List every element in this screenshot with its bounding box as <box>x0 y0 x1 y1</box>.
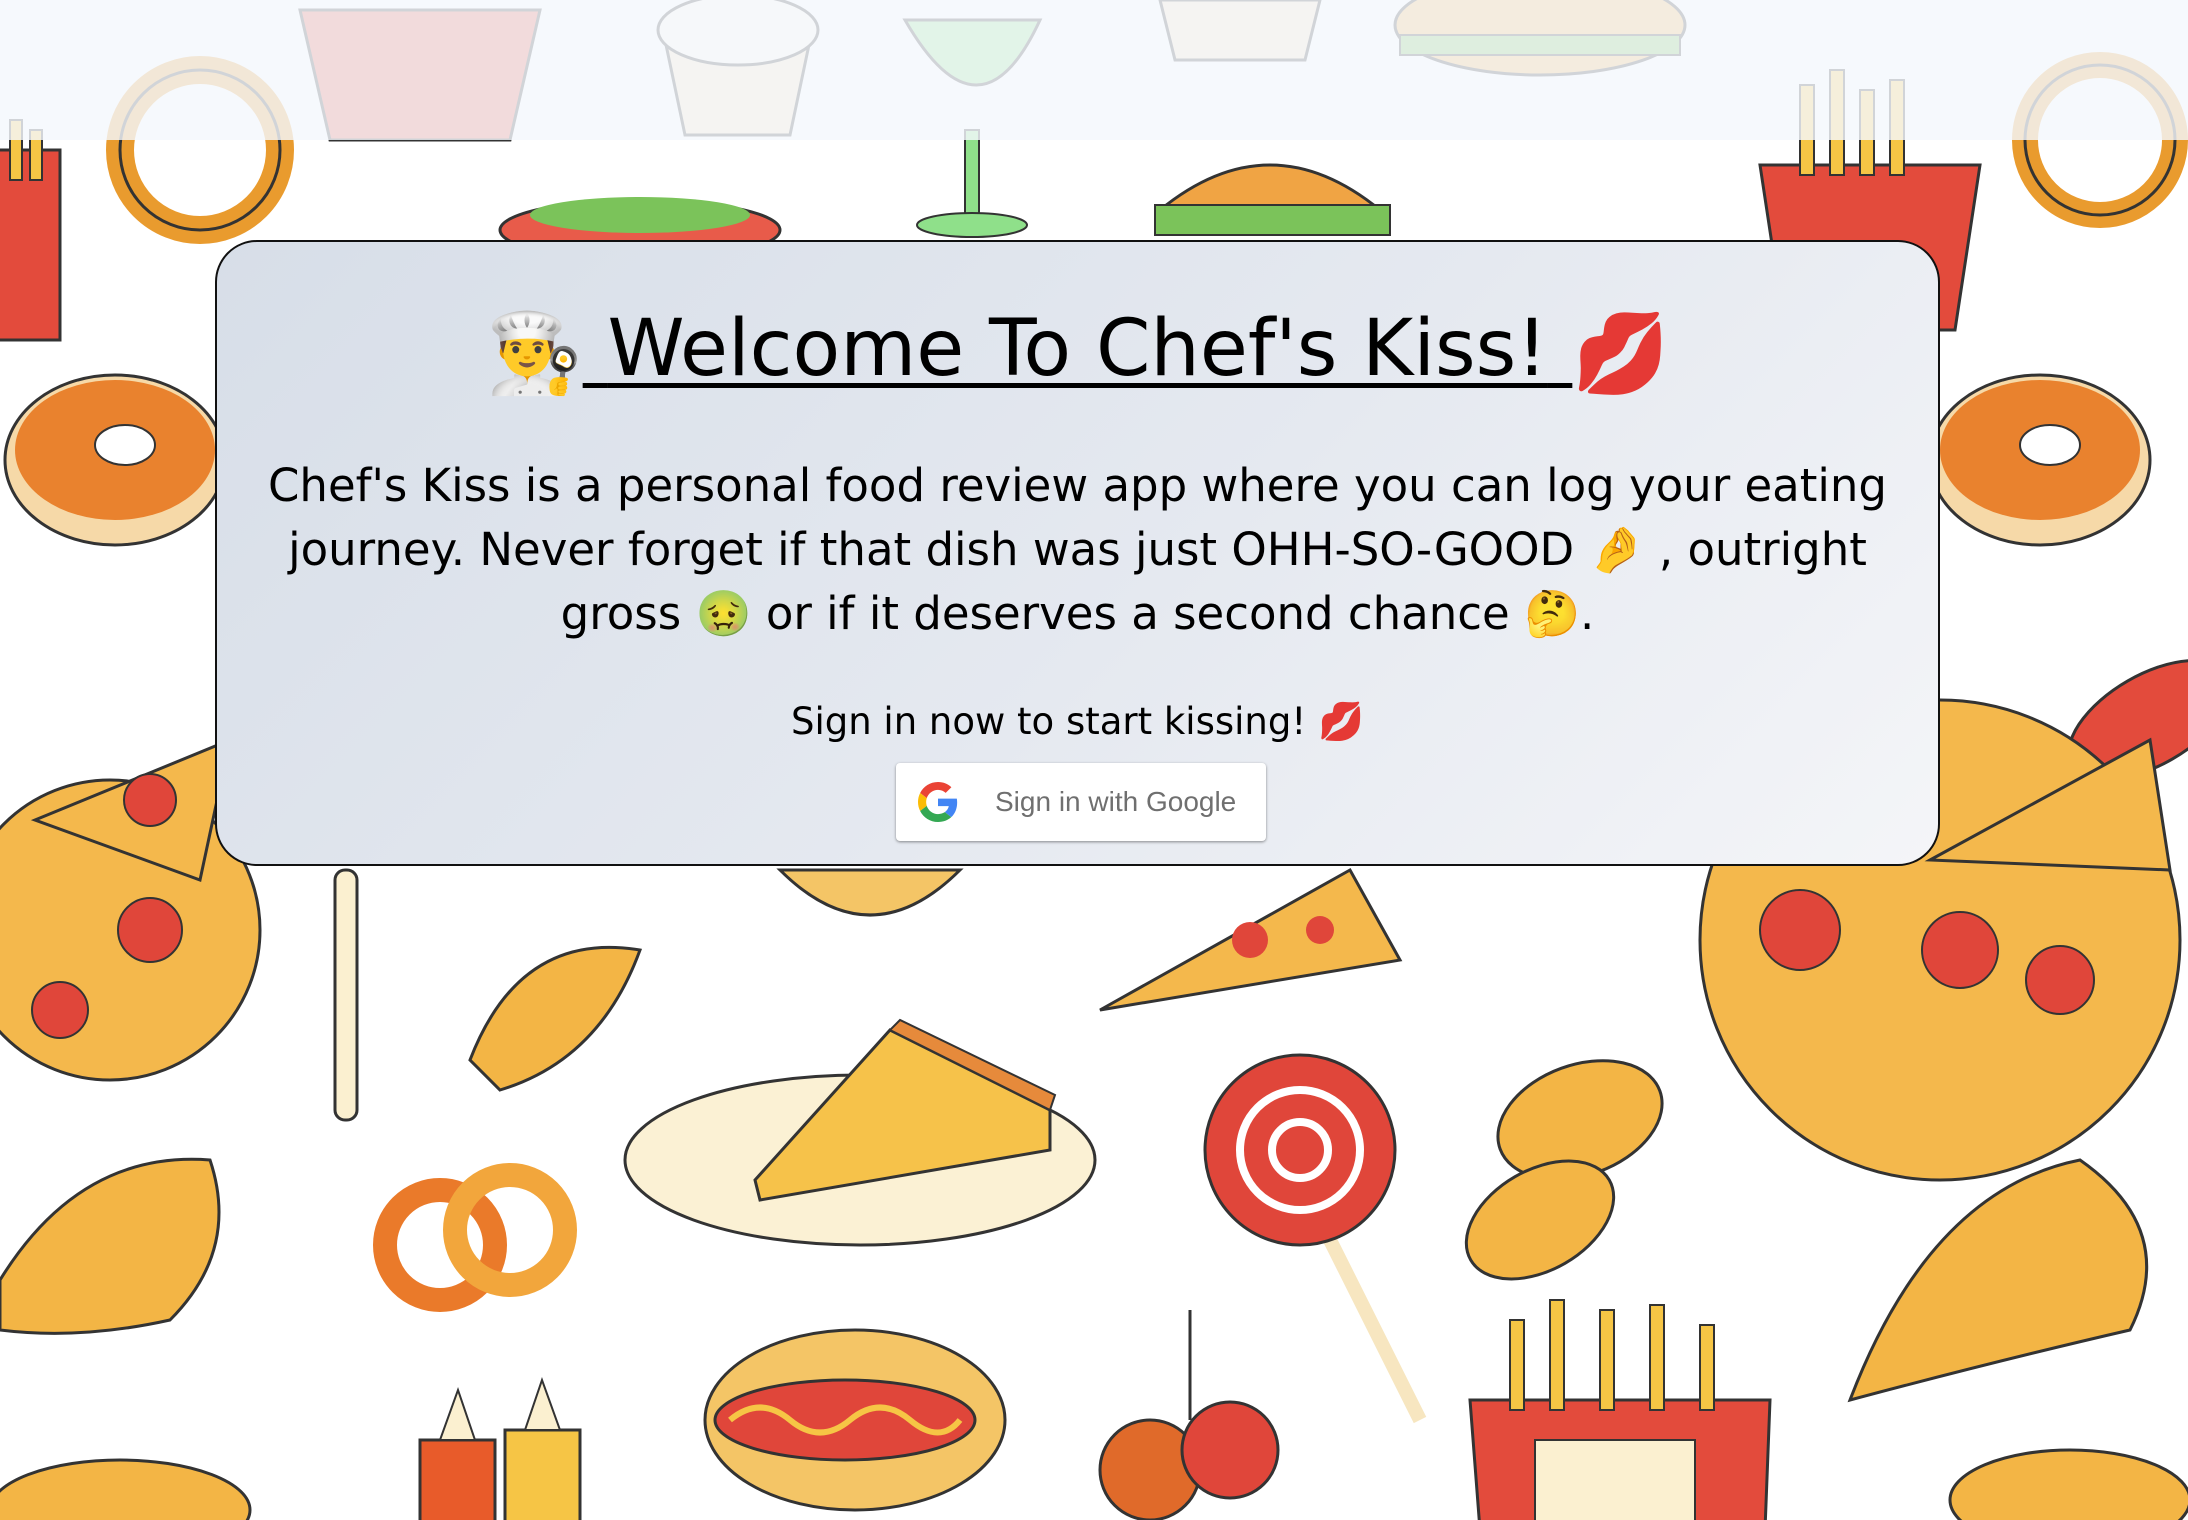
description-text-4: . <box>1580 587 1595 640</box>
donut-illustration-2 <box>1928 373 2152 547</box>
description-text-3: or if it deserves a second chance <box>765 587 1510 640</box>
sauce-bottles-illustration <box>418 1376 582 1520</box>
app-description: Chef's Kiss is a personal food review ap… <box>247 454 1908 646</box>
nauseated-face-icon: 🤢 <box>695 587 752 640</box>
chicken-wing-illustration-3 <box>1847 1158 2149 1403</box>
page-title-text: Welcome To Chef's Kiss! <box>607 304 1548 394</box>
description-text-1: Chef's Kiss is a personal food review ap… <box>268 459 1887 576</box>
lollipop-illustration <box>1203 1053 1427 1424</box>
kiss-icon-small: 💋 <box>1317 700 1365 743</box>
chicken-wing-illustration <box>468 945 643 1092</box>
chicken-wing-illustration-2 <box>0 1157 221 1335</box>
thinking-face-icon: 🤔 <box>1523 587 1581 640</box>
google-g-icon <box>918 782 958 822</box>
cheesecake-illustration <box>623 1018 1097 1247</box>
welcome-card: 👨‍🍳 Welcome To Chef's Kiss! 💋 Chef's Kis… <box>215 240 1940 866</box>
hotdog-illustration-2 <box>703 1328 1007 1512</box>
page-title-text-wrapper: 👨‍🍳 Welcome To Chef's Kiss! 💋 <box>486 304 1670 399</box>
taco-illustration <box>776 868 964 917</box>
candy-apples-illustration <box>1098 1310 1280 1520</box>
sign-in-prompt: Sign in now to start kissing! 💋 <box>217 698 1938 746</box>
drumstick-illustration <box>1464 1059 1664 1281</box>
header-bar <box>0 0 2188 140</box>
kiss-icon: 💋 <box>1572 308 1670 399</box>
pizza-slice-illustration <box>1099 867 1403 1012</box>
page: 👨‍🍳 Welcome To Chef's Kiss! 💋 Chef's Kis… <box>0 0 2188 1520</box>
chef-icon: 👨‍🍳 <box>485 308 583 399</box>
chips-illustration-2 <box>1948 1448 2188 1520</box>
page-title: 👨‍🍳 Welcome To Chef's Kiss! 💋 <box>217 304 1938 399</box>
fork-illustration <box>333 868 359 1122</box>
onion-rings-illustration <box>373 1163 577 1312</box>
chips-illustration <box>0 1458 252 1520</box>
google-sign-in-button[interactable]: Sign in with Google <box>896 763 1266 841</box>
donut-illustration <box>3 373 227 547</box>
google-sign-in-label: Sign in with Google <box>995 786 1237 817</box>
fries-illustration-3 <box>1468 1299 1772 1520</box>
sign-in-prompt-text: Sign in now to start kissing! <box>790 700 1307 743</box>
pinched-fingers-icon: 🤌 <box>1588 523 1645 576</box>
burger-illustration-2 <box>1154 163 1391 236</box>
fries-illustration <box>0 119 62 342</box>
